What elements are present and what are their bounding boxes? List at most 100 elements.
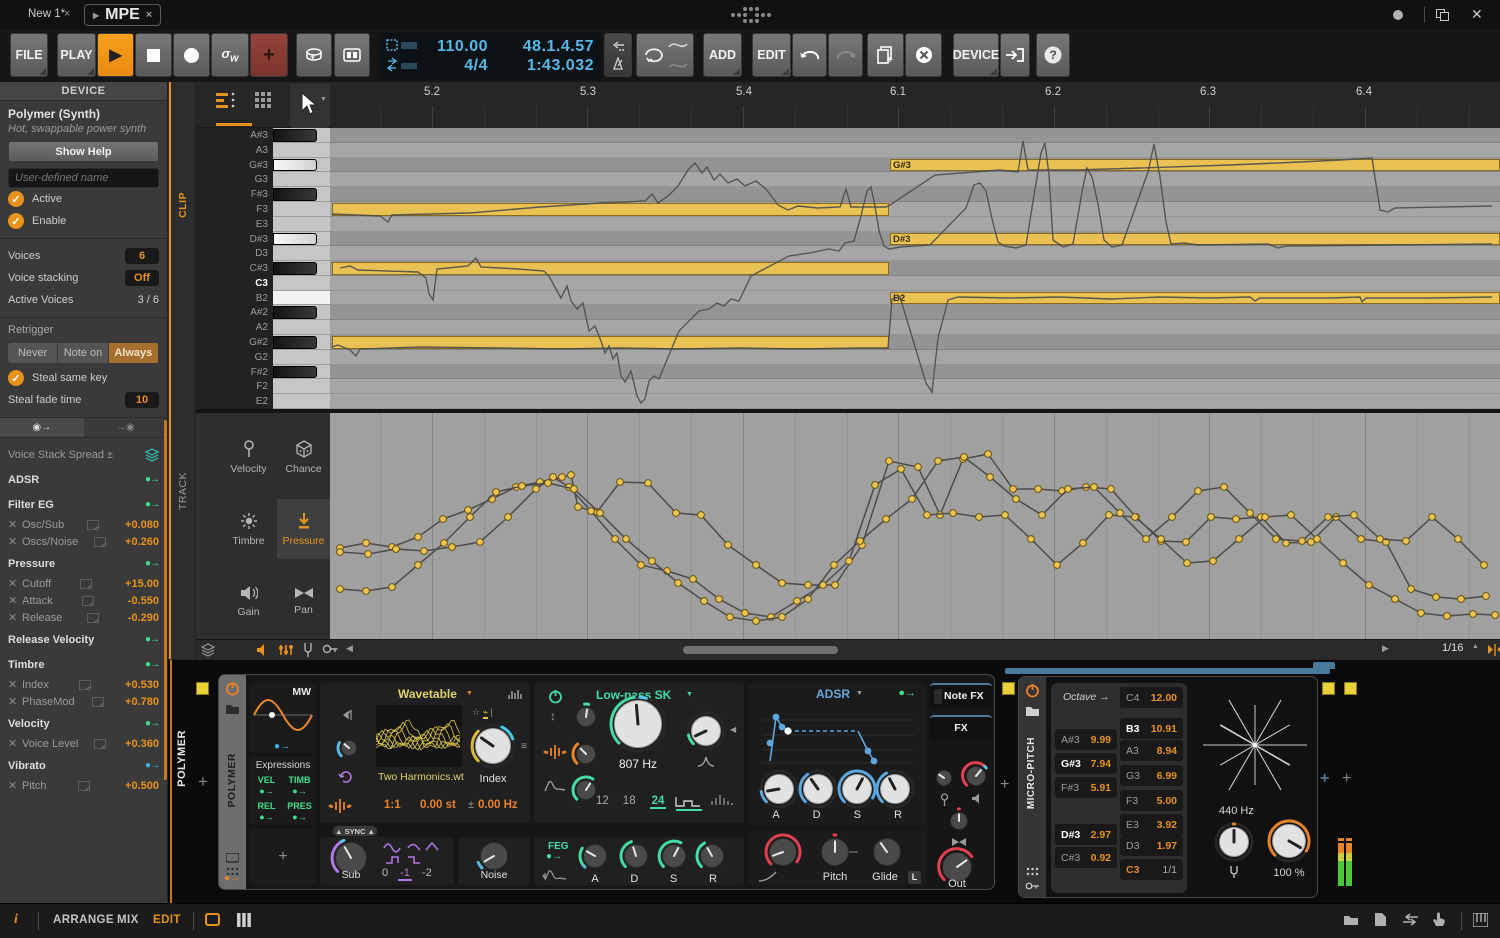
vel-sens-knob[interactable] <box>931 765 957 791</box>
tab-mod-sources[interactable]: ◉→ <box>0 418 84 437</box>
mod-target-row[interactable]: ✕Release-0.290 <box>8 609 159 626</box>
mw-modulator[interactable]: MW ●→ <box>250 683 316 753</box>
expressions-module[interactable]: Expressions VEL●→TIMB●→REL●→PRES●→ <box>250 757 316 825</box>
hand-cursor-icon[interactable] <box>1432 912 1446 927</box>
pressure-point[interactable] <box>617 479 624 486</box>
pressure-point[interactable] <box>1106 512 1113 519</box>
power-icon[interactable] <box>1025 683 1040 698</box>
tuning-C3[interactable]: C31/1 <box>1120 859 1183 880</box>
single-panel-icon[interactable] <box>205 913 220 926</box>
tuning-star-display[interactable] <box>1197 693 1313 803</box>
micropitch-device-header[interactable]: MICRO-PITCH <box>1019 677 1046 897</box>
layers-icon[interactable] <box>201 643 215 657</box>
pressure-point[interactable] <box>645 480 652 487</box>
remove-target-icon[interactable]: ✕ <box>8 577 22 590</box>
pressure-point[interactable] <box>519 483 526 490</box>
pressure-point[interactable] <box>898 466 905 473</box>
restore-icon2[interactable] <box>1440 12 1449 21</box>
mod-source-vibrato[interactable]: Vibrato●→ <box>8 754 159 777</box>
tuning-value[interactable]: 9.99 <box>1091 734 1111 746</box>
pressure-point[interactable] <box>1403 538 1410 545</box>
grid-resolution-value[interactable]: 1/16 <box>1442 642 1463 654</box>
steal-fade-value[interactable]: 10 <box>125 392 159 408</box>
pressure-point[interactable] <box>1392 596 1399 603</box>
dual-panel-icon[interactable] <box>237 913 251 927</box>
keytrack-icon[interactable] <box>542 743 568 761</box>
enable-toggle[interactable]: ✓ Enable <box>8 210 159 232</box>
mod-source-pressure[interactable]: Pressure●→ <box>8 552 159 575</box>
mod-amount-value[interactable]: +0.780 <box>125 696 159 708</box>
tuning-D#3[interactable]: D#32.97 <box>1055 824 1117 845</box>
horizontal-scrollbar[interactable] <box>683 646 838 654</box>
resonance-knob[interactable] <box>686 711 726 751</box>
tuning-value[interactable]: 2.97 <box>1091 829 1111 841</box>
expression-button-pressure[interactable]: Pressure <box>277 499 330 559</box>
snap-icon[interactable] <box>1486 642 1500 657</box>
mod-arrow-icon[interactable]: ●→ <box>145 760 159 771</box>
amp-env-panel[interactable]: ADSR ▼ ●→ ADSR <box>748 683 926 825</box>
swap-arrows-icon[interactable] <box>1402 913 1419 926</box>
mod-source-filter-eg[interactable]: Filter EG●→ <box>8 493 159 516</box>
curve-ramp-icon[interactable] <box>79 680 91 690</box>
mod-target-row[interactable]: ✕Voice Level+0.360 <box>8 735 159 752</box>
pressure-point[interactable] <box>1039 512 1046 519</box>
play-menu-button[interactable]: PLAY <box>57 33 96 77</box>
envelope-display[interactable] <box>762 705 914 767</box>
comb-shape-icon[interactable] <box>710 791 736 807</box>
pressure-point[interactable] <box>753 618 760 625</box>
piano-key-B2[interactable] <box>273 291 330 306</box>
mod-source-adsr[interactable]: ADSR●→ <box>8 468 159 491</box>
pressure-point[interactable] <box>493 489 500 496</box>
launcher-overdub-button[interactable]: + <box>296 33 332 77</box>
pressure-point[interactable] <box>1288 512 1295 519</box>
piano-key-A3[interactable] <box>273 143 330 158</box>
remove-target-icon[interactable]: ✕ <box>8 518 22 531</box>
duplicate-button[interactable]: + <box>867 33 904 77</box>
tempo-display[interactable]: 110.00 <box>424 38 488 56</box>
device-color-swatch[interactable] <box>1322 682 1335 695</box>
pressure-point[interactable] <box>363 540 370 547</box>
filter-keytrack-knob[interactable] <box>571 739 601 769</box>
tuning-F#3[interactable]: F#35.91 <box>1055 777 1117 798</box>
pressure-point[interactable] <box>832 582 839 589</box>
record-button[interactable] <box>173 33 210 77</box>
piano-key-C3[interactable] <box>273 276 330 291</box>
piano-key-A2[interactable] <box>273 320 330 335</box>
remove-target-icon[interactable]: ✕ <box>8 737 22 750</box>
piano-key-G3[interactable] <box>273 172 330 187</box>
pressure-lane[interactable] <box>330 413 1500 639</box>
filter-spread-icon[interactable]: ↕ <box>550 709 556 723</box>
piano-panel-icon[interactable] <box>1473 913 1488 927</box>
remove-target-icon[interactable]: ✕ <box>8 535 22 548</box>
slope-12[interactable]: 12 <box>596 795 609 809</box>
pressure-point[interactable] <box>533 486 540 493</box>
feg-d-knob[interactable] <box>619 839 653 873</box>
tuning-value[interactable]: 6.99 <box>1157 770 1177 782</box>
pressure-point[interactable] <box>1221 484 1228 491</box>
pressure-point[interactable] <box>985 451 992 458</box>
pressure-point[interactable] <box>1299 538 1306 545</box>
osc-title[interactable]: Wavetable <box>398 687 457 701</box>
wavetable-display[interactable] <box>376 705 462 767</box>
feg-a-knob[interactable] <box>578 839 612 873</box>
folder-icon[interactable] <box>1025 705 1040 717</box>
pressure-point[interactable] <box>1169 514 1176 521</box>
loop-automation-group[interactable] <box>636 33 694 77</box>
remove-target-icon[interactable]: ✕ <box>8 678 22 691</box>
piano-key-G#3[interactable] <box>273 159 317 172</box>
remove-target-icon[interactable]: ✕ <box>8 779 22 792</box>
pointer-tool-button[interactable]: ▼ <box>290 84 330 128</box>
timeline-ruler[interactable]: 5.25.35.46.16.26.36.4 <box>330 82 1500 128</box>
add-device-icon[interactable]: + <box>1000 776 1009 794</box>
show-help-button[interactable]: Show Help <box>8 141 159 162</box>
pressure-point[interactable] <box>1444 613 1451 620</box>
amount-value[interactable]: 100 % <box>1265 867 1313 879</box>
mod-route-icon[interactable]: ●→ <box>898 687 916 699</box>
piano-key-G2[interactable] <box>273 350 330 365</box>
pressure-point[interactable] <box>1433 594 1440 601</box>
cutoff-knob[interactable] <box>609 695 667 753</box>
close-icon[interactable]: × <box>64 8 70 20</box>
curve-ramp-icon[interactable] <box>92 697 104 707</box>
close-icon[interactable]: × <box>146 9 152 21</box>
keytrack-icons[interactable]: ☆ ⌁ | <box>472 707 493 718</box>
